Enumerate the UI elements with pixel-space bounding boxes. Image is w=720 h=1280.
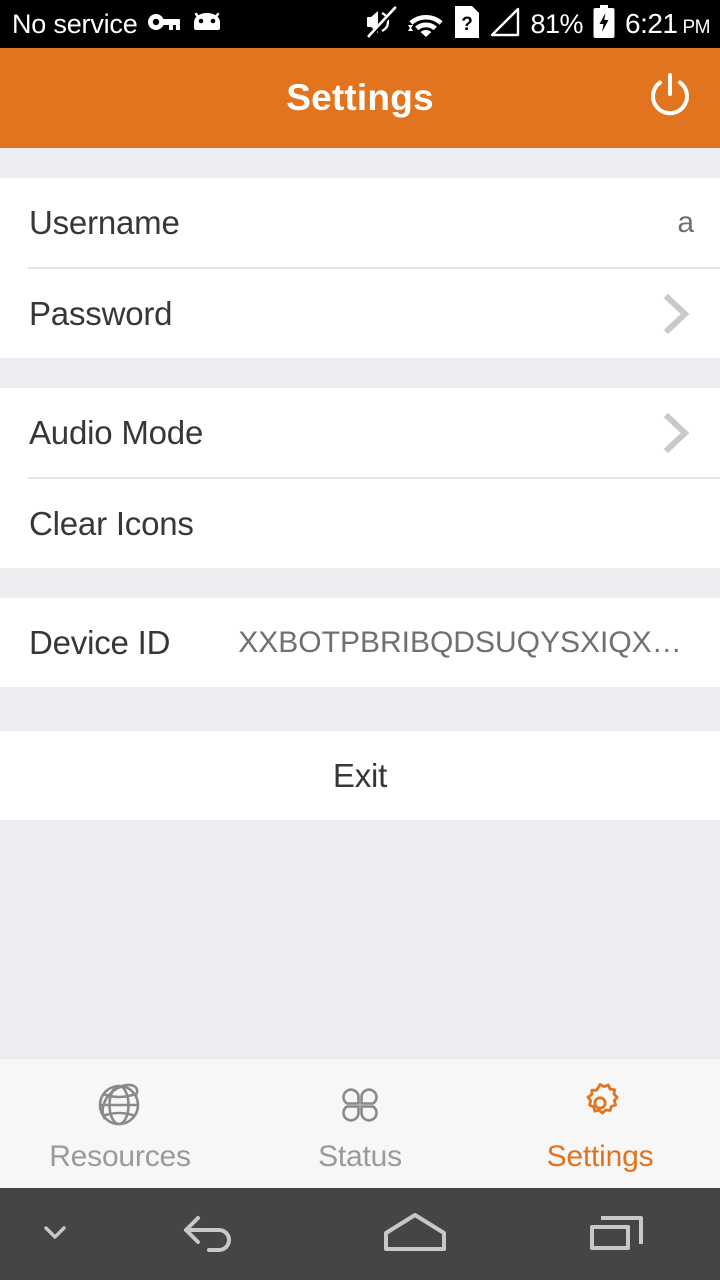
- section-gap-3: [0, 687, 720, 731]
- group-device: Device ID XXBOTPBRIBQDSUQYSXIQXTFPR…: [0, 598, 720, 687]
- home-icon: [378, 1207, 452, 1262]
- battery-percent-label: 81%: [530, 8, 583, 39]
- tab-label: Status: [318, 1139, 402, 1173]
- tab-settings[interactable]: Settings: [480, 1059, 720, 1188]
- group-account: Username a Password: [0, 178, 720, 358]
- tab-label: Settings: [546, 1139, 654, 1173]
- section-gap-1: [0, 358, 720, 388]
- page-title: Settings: [286, 77, 434, 118]
- row-clear-icons[interactable]: Clear Icons: [0, 479, 720, 568]
- tab-label: Resources: [49, 1139, 191, 1173]
- chevron-right-icon: [660, 288, 694, 340]
- app-bar: Settings: [0, 48, 720, 148]
- clock-ampm: PM: [682, 17, 711, 38]
- row-label: Username: [29, 203, 180, 241]
- clock-time: 6:21: [625, 8, 678, 39]
- status-bar-left: No service: [12, 10, 224, 39]
- exit-label: Exit: [332, 756, 388, 794]
- section-gap-bottom: [0, 820, 720, 1058]
- bottom-tab-bar[interactable]: Resources Status Settings: [0, 1058, 720, 1188]
- settings-list[interactable]: Username a Password Audio Mode Clear Ico…: [0, 148, 720, 1058]
- status-bar-right: ? 81% 6:21 PM: [367, 4, 710, 44]
- battery-charging-icon: [592, 4, 616, 44]
- section-gap-2: [0, 568, 720, 598]
- back-button[interactable]: [110, 1188, 313, 1280]
- signal-empty-icon: [488, 7, 521, 42]
- group-app: Audio Mode Clear Icons: [0, 388, 720, 568]
- power-button[interactable]: [642, 70, 698, 126]
- row-exit[interactable]: Exit: [0, 731, 720, 820]
- section-gap-top: [0, 148, 720, 178]
- row-label: Password: [29, 294, 173, 332]
- back-icon: [179, 1206, 245, 1263]
- svg-text:?: ?: [462, 14, 474, 35]
- home-button[interactable]: [313, 1188, 516, 1280]
- recents-icon: [587, 1206, 649, 1263]
- row-username[interactable]: Username a: [0, 178, 720, 267]
- row-label: Audio Mode: [29, 413, 204, 451]
- chevron-right-icon: [660, 407, 694, 459]
- status-bar: No service ? 81% 6:21 PM: [0, 0, 720, 48]
- wifi-icon: [406, 7, 446, 42]
- recents-button[interactable]: [517, 1188, 720, 1280]
- power-icon: [644, 70, 696, 127]
- row-label: Clear Icons: [29, 504, 194, 542]
- carrier-label: No service: [12, 8, 138, 39]
- row-password[interactable]: Password: [0, 269, 720, 358]
- sim-card-question-icon: ?: [455, 5, 480, 43]
- hide-keyboard-icon: [37, 1214, 73, 1255]
- gear-icon: [571, 1074, 629, 1134]
- username-value: a: [677, 205, 694, 239]
- group-exit: Exit: [0, 731, 720, 820]
- phone-screen: No service ? 81% 6:21 PM Settings Userna…: [0, 0, 720, 1280]
- clock: 6:21 PM: [625, 10, 710, 38]
- device-id-value: XXBOTPBRIBQDSUQYSXIQXTFPR…: [238, 625, 694, 659]
- notifications-muted-icon: [367, 6, 399, 43]
- tab-status[interactable]: Status: [240, 1059, 480, 1188]
- row-device-id[interactable]: Device ID XXBOTPBRIBQDSUQYSXIQXTFPR…: [0, 598, 720, 687]
- vpn-key-icon: [147, 10, 181, 39]
- clover-icon: [332, 1074, 388, 1134]
- android-nav-bar[interactable]: [0, 1188, 720, 1280]
- globe-icon: [91, 1074, 149, 1134]
- android-robot-icon: [190, 10, 224, 39]
- row-label: Device ID: [29, 623, 171, 661]
- hide-keyboard-button[interactable]: [0, 1188, 110, 1280]
- tab-resources[interactable]: Resources: [0, 1059, 240, 1188]
- row-audio-mode[interactable]: Audio Mode: [0, 388, 720, 477]
